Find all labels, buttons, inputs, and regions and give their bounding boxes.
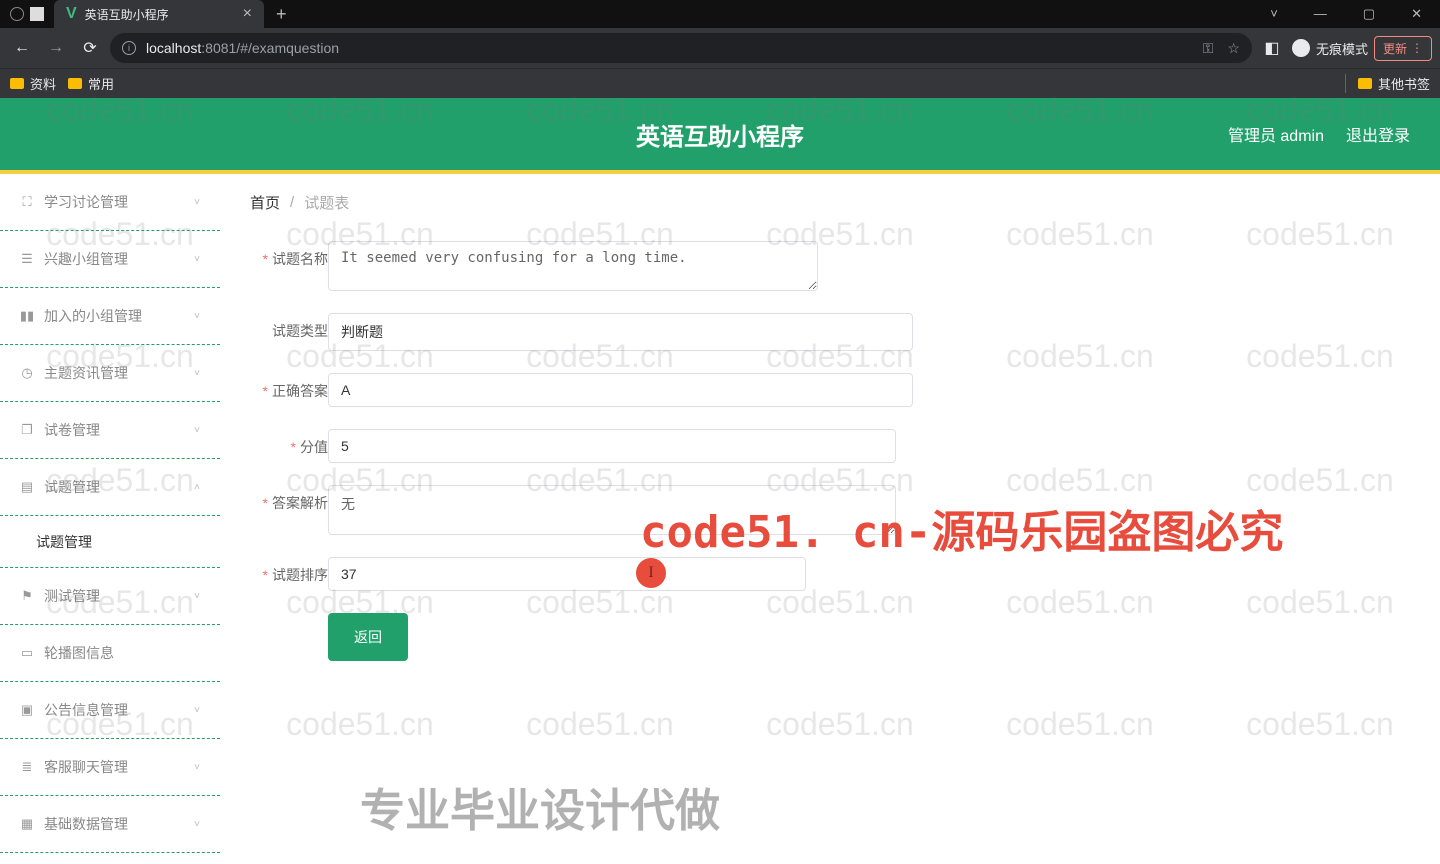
watermark-gray: 专业毕业设计代做 — [360, 774, 720, 839]
url-host: localhost — [146, 40, 201, 56]
sidebar-item-chat[interactable]: ≣客服聊天管理˅ — [0, 739, 220, 796]
watermark-red: code51. cn-源码乐园盗图必究 — [640, 496, 1283, 560]
bookmark-changyong[interactable]: 常用 — [68, 74, 114, 93]
bookmark-ziliao[interactable]: 资料 — [10, 74, 56, 93]
clock-icon: ◷ — [20, 366, 34, 380]
chevron-down-icon: ˅ — [194, 762, 200, 773]
minimize-icon[interactable]: ― — [1296, 6, 1345, 22]
label-question-name: *试题名称 — [250, 241, 328, 269]
sidebar-item-notice[interactable]: ▣公告信息管理˅ — [0, 682, 220, 739]
chevron-down-icon[interactable]: ˅ — [1252, 6, 1296, 22]
site-info-icon[interactable]: i — [122, 41, 136, 55]
card-icon: ▣ — [20, 703, 34, 717]
sidebar-item-joined-group[interactable]: ▮▮加入的小组管理˅ — [0, 288, 220, 345]
url-input[interactable]: i localhost:8081/#/examquestion ⚿ ☆ — [110, 33, 1252, 63]
close-icon[interactable]: × — [243, 5, 252, 23]
url-path: :8081/#/examquestion — [201, 40, 339, 56]
reload-button[interactable]: ⟳ — [76, 38, 104, 58]
blank-tab-icon[interactable] — [30, 7, 44, 21]
return-button[interactable]: 返回 — [328, 613, 408, 661]
new-tab-button[interactable]: + — [264, 4, 299, 25]
incognito-indicator[interactable]: 无痕模式 — [1292, 39, 1368, 58]
chevron-down-icon: ˅ — [194, 705, 200, 716]
chevron-down-icon: ˅ — [194, 819, 200, 830]
active-tab[interactable]: V 英语互助小程序 × — [54, 0, 264, 28]
image-icon: ▭ — [20, 646, 34, 660]
sidebar-item-test[interactable]: ⚑测试管理˅ — [0, 568, 220, 625]
input-question-name[interactable]: It seemed very confusing for a long time… — [328, 241, 818, 291]
app-header: 英语互助小程序 管理员 admin 退出登录 — [0, 98, 1440, 170]
browser-chrome: V 英语互助小程序 × + ˅ ― ▢ ✕ ← → ⟳ i localhost:… — [0, 0, 1440, 98]
grid-icon: ▦ — [20, 817, 34, 831]
select-question-type[interactable]: 判断题 — [328, 313, 913, 351]
sidebar-item-discussion[interactable]: ⛶学习讨论管理˅ — [0, 174, 220, 231]
bar-icon: ▮▮ — [20, 309, 34, 323]
sidebar-item-carousel[interactable]: ▭轮播图信息 — [0, 625, 220, 682]
window-controls: ˅ ― ▢ ✕ — [1252, 6, 1440, 22]
list-icon: ☰ — [20, 252, 34, 266]
label-score: *分值 — [250, 429, 328, 457]
chevron-down-icon: ˅ — [194, 254, 200, 265]
breadcrumb: 首页 / 试题表 — [250, 192, 1410, 213]
chevron-down-icon: ˅ — [194, 368, 200, 379]
copy-icon: ❐ — [20, 423, 34, 437]
label-analysis: *答案解析 — [250, 485, 328, 513]
sys-tabs — [0, 7, 54, 21]
folder-icon — [1358, 78, 1372, 89]
lines-icon: ≣ — [20, 760, 34, 774]
star-icon[interactable]: ☆ — [1227, 40, 1240, 57]
globe-icon[interactable] — [10, 7, 24, 21]
chevron-up-icon: ˄ — [194, 482, 200, 493]
doc-icon: ▤ — [20, 480, 34, 494]
update-button[interactable]: 更新⋮ — [1374, 36, 1432, 61]
flag-icon: ⚑ — [20, 589, 34, 603]
close-window-icon[interactable]: ✕ — [1393, 6, 1440, 22]
key-icon[interactable]: ⚿ — [1203, 40, 1214, 57]
chevron-down-icon: ˅ — [194, 425, 200, 436]
bookmarks-bar: 资料 常用 其他书签 — [0, 68, 1440, 98]
main-content: 首页 / 试题表 *试题名称 It seemed very confusing … — [220, 174, 1440, 864]
input-order[interactable] — [328, 557, 806, 591]
breadcrumb-current: 试题表 — [304, 192, 349, 213]
chevron-down-icon: ˅ — [194, 197, 200, 208]
cursor-indicator: I — [636, 558, 666, 588]
folder-icon — [68, 78, 82, 89]
incognito-icon — [1292, 39, 1310, 57]
forward-button[interactable]: → — [42, 39, 70, 57]
app-viewport: code51.cncode51.cncode51.cncode51.cncode… — [0, 98, 1440, 864]
sidebar-item-question[interactable]: ▤试题管理˄ — [0, 459, 220, 516]
input-score[interactable] — [328, 429, 896, 463]
sidebar-sub-question-manage[interactable]: 试题管理 — [0, 516, 220, 568]
extensions-icon[interactable]: ◧ — [1258, 38, 1286, 58]
label-question-type: 试题类型 — [250, 313, 328, 341]
sidebar-item-basedata[interactable]: ▦基础数据管理˅ — [0, 796, 220, 853]
back-button[interactable]: ← — [8, 39, 36, 57]
sidebar-item-topic[interactable]: ◷主题资讯管理˅ — [0, 345, 220, 402]
other-bookmarks[interactable]: 其他书签 — [1345, 74, 1430, 93]
tab-bar: V 英语互助小程序 × + ˅ ― ▢ ✕ — [0, 0, 1440, 28]
label-correct-answer: *正确答案 — [250, 373, 328, 401]
breadcrumb-sep: / — [290, 194, 294, 211]
expand-icon: ⛶ — [20, 195, 34, 209]
chevron-down-icon: ˅ — [194, 591, 200, 602]
maximize-icon[interactable]: ▢ — [1345, 6, 1393, 22]
tab-title: 英语互助小程序 — [85, 6, 235, 23]
vue-icon: V — [66, 5, 77, 23]
input-correct-answer[interactable] — [328, 373, 913, 407]
folder-icon — [10, 78, 24, 89]
chevron-down-icon: ˅ — [194, 311, 200, 322]
breadcrumb-home[interactable]: 首页 — [250, 192, 280, 213]
sidebar-item-paper[interactable]: ❐试卷管理˅ — [0, 402, 220, 459]
sidebar-item-group[interactable]: ☰兴趣小组管理˅ — [0, 231, 220, 288]
sidebar: ⛶学习讨论管理˅ ☰兴趣小组管理˅ ▮▮加入的小组管理˅ ◷主题资讯管理˅ ❐试… — [0, 174, 220, 864]
user-label[interactable]: 管理员 admin — [1228, 122, 1324, 146]
logout-link[interactable]: 退出登录 — [1346, 122, 1410, 146]
address-bar: ← → ⟳ i localhost:8081/#/examquestion ⚿ … — [0, 28, 1440, 68]
app-title: 英语互助小程序 — [636, 117, 804, 152]
label-order: *试题排序 — [250, 557, 328, 585]
